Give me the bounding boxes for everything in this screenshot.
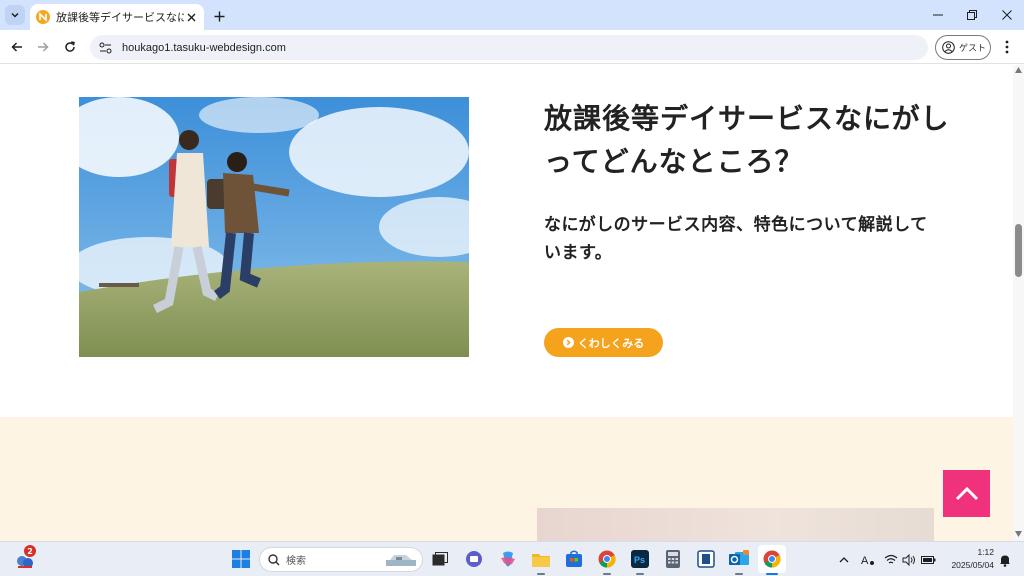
scroll-thumb[interactable] (1015, 224, 1022, 277)
battery-icon[interactable] (920, 552, 936, 568)
clock-time: 1:12 (977, 547, 994, 557)
site-info-icon[interactable] (98, 41, 112, 55)
browser-toolbar: houkago1.tasuku-webdesign.com ゲスト (0, 30, 1024, 64)
svg-text:A: A (861, 555, 869, 567)
learn-more-button[interactable]: くわしくみる (544, 328, 663, 357)
active-indicator (636, 573, 644, 575)
hero-photo (79, 97, 469, 357)
search-label: 検索 (286, 556, 306, 567)
back-arrow-icon[interactable] (8, 38, 26, 56)
profile-label: ゲスト (959, 44, 987, 54)
kebab-menu-icon[interactable] (1000, 39, 1014, 55)
search-icon (268, 553, 280, 565)
photoshop-icon[interactable]: Ps (629, 548, 651, 570)
volume-icon[interactable] (901, 552, 917, 568)
page-viewport: 放課後等デイサービスなにがしってどんなところ？ なにがしのサービス内容、特色につ… (0, 65, 1013, 541)
restore-icon[interactable] (962, 6, 982, 24)
start-icon[interactable] (230, 548, 252, 570)
profile-button[interactable]: ゲスト (935, 35, 991, 60)
ime-icon[interactable]: A (860, 552, 876, 568)
chevron-up-icon (955, 486, 978, 500)
scroll-down-icon[interactable] (1015, 531, 1022, 537)
address-bar[interactable]: houkago1.tasuku-webdesign.com (90, 35, 928, 60)
section-heading: 放課後等デイサービスなにがしってどんなところ？ (544, 102, 950, 178)
clock-date: 2025/05/04 (951, 560, 994, 570)
active-indicator (735, 573, 743, 575)
active-tab[interactable]: 放課後等デイサービスなにがし (30, 4, 204, 30)
clock[interactable]: 1:12 2025/05/04 (944, 546, 994, 572)
learn-more-label: くわしくみる (577, 336, 645, 350)
active-indicator (766, 573, 778, 575)
widgets-button[interactable]: 2 (14, 545, 36, 571)
minimize-icon[interactable] (928, 6, 948, 24)
chrome-active-icon[interactable] (758, 545, 786, 573)
svg-text:Ps: Ps (634, 555, 645, 565)
file-explorer-icon[interactable] (530, 548, 552, 570)
chevron-up-icon[interactable] (836, 552, 852, 568)
profile-icon (942, 41, 955, 54)
reload-icon[interactable] (61, 38, 79, 56)
snipping-icon[interactable] (695, 548, 717, 570)
wifi-icon[interactable] (883, 552, 899, 568)
url-text: houkago1.tasuku-webdesign.com (122, 41, 286, 54)
tab-strip: 放課後等デイサービスなにがし (0, 0, 1024, 30)
next-section-photo (537, 508, 934, 541)
next-section (0, 417, 1013, 541)
active-indicator (603, 573, 611, 575)
outlook-icon[interactable] (728, 548, 750, 570)
taskbar-search[interactable]: 検索 (259, 547, 423, 572)
chrome-icon[interactable] (596, 548, 618, 570)
close-window-icon[interactable] (997, 6, 1017, 24)
scrollbar[interactable] (1013, 65, 1024, 541)
tab-title: 放課後等デイサービスなにがし (56, 11, 184, 24)
taskbar: 2 検索 Ps A 1:12 2025/05/04 (0, 541, 1024, 576)
store-icon[interactable] (563, 548, 585, 570)
teams-icon[interactable] (463, 548, 485, 570)
section-description: なにがしのサービス内容、特色について解説しています。 (544, 215, 928, 263)
favicon-icon (36, 10, 50, 24)
back-to-top-button[interactable] (943, 470, 990, 517)
calculator-icon[interactable] (662, 548, 684, 570)
chevron-right-icon (562, 337, 574, 348)
close-icon[interactable] (184, 10, 198, 24)
copilot-icon[interactable] (497, 548, 519, 570)
forward-arrow-icon[interactable] (34, 38, 52, 56)
scroll-up-icon[interactable] (1015, 67, 1022, 73)
notification-badge: 2 (24, 545, 36, 557)
search-highlight-icon (386, 555, 416, 566)
active-indicator (537, 573, 545, 575)
plus-icon[interactable] (210, 7, 228, 25)
tab-search-icon[interactable] (5, 5, 25, 25)
task-view-icon[interactable] (429, 548, 451, 570)
notification-icon[interactable] (997, 552, 1013, 568)
